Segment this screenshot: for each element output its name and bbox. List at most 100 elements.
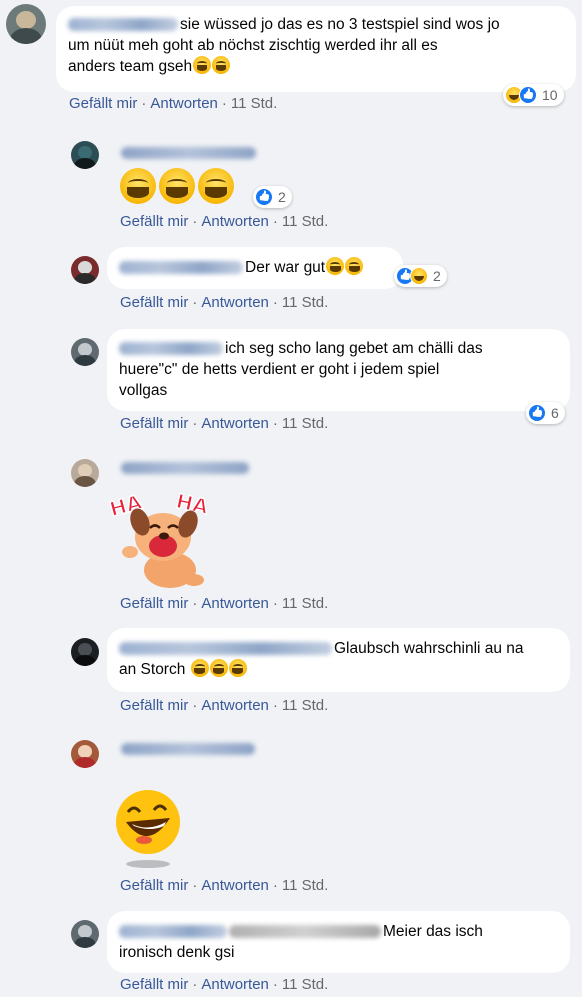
like-button[interactable]: Gefällt mir — [120, 877, 188, 894]
comment-text-line: ironisch denk gsi — [119, 944, 235, 961]
comment-bubble: ich seg scho lang gebet am chälli das hu… — [107, 329, 570, 411]
separator: · — [272, 697, 278, 714]
laughing-emoji-icon — [198, 168, 234, 204]
comment-text-line: an Storch — [119, 659, 558, 680]
avatar[interactable] — [71, 638, 99, 666]
dog-laughing-sticker[interactable]: HA HA — [106, 482, 218, 592]
timestamp[interactable]: 11 Std. — [282, 294, 328, 311]
avatar[interactable] — [71, 740, 99, 768]
timestamp[interactable]: 11 Std. — [282, 976, 328, 993]
separator: · — [272, 213, 278, 230]
timestamp[interactable]: 11 Std. — [282, 697, 328, 714]
reaction-count: 10 — [542, 87, 558, 103]
timestamp[interactable]: 11 Std. — [282, 213, 328, 230]
like-reaction-icon — [519, 86, 537, 104]
separator: · — [192, 877, 198, 894]
laughing-emoji-icon — [326, 257, 345, 275]
separator: · — [192, 294, 198, 311]
redacted-name[interactable] — [119, 342, 223, 356]
like-button[interactable]: Gefällt mir — [120, 976, 188, 993]
laughing-emoji-icon — [228, 659, 247, 677]
reply-button[interactable]: Antworten — [201, 877, 269, 894]
laughing-emoji-icon — [212, 56, 231, 74]
avatar[interactable] — [71, 141, 99, 169]
like-button[interactable]: Gefällt mir — [69, 95, 137, 112]
redacted-name[interactable] — [121, 743, 255, 755]
comment-bubble: Glaubsch wahrschinli au na an Storch — [107, 628, 570, 692]
comment-text-line: Glaubsch wahrschinli au na — [119, 638, 558, 659]
reaction-count: 6 — [551, 405, 559, 421]
reply-button[interactable]: Antworten — [201, 595, 269, 612]
separator: · — [272, 415, 278, 432]
laughing-emoji-icon — [193, 56, 212, 74]
separator: · — [272, 976, 278, 993]
redacted-name[interactable] — [119, 925, 227, 939]
reaction-count: 2 — [278, 189, 286, 205]
timestamp[interactable]: 11 Std. — [282, 595, 328, 612]
avatar[interactable] — [71, 920, 99, 948]
avatar[interactable] — [6, 4, 46, 44]
redacted-name[interactable] — [119, 642, 332, 656]
reply-button[interactable]: Antworten — [201, 415, 269, 432]
redacted-name[interactable] — [68, 18, 178, 32]
comment-actions: Gefällt mir · Antworten · 11 Std. — [120, 697, 328, 714]
comment-text-line: vollgas — [119, 382, 168, 399]
avatar[interactable] — [71, 256, 99, 284]
avatar[interactable] — [71, 459, 99, 487]
haha-reaction-icon — [410, 267, 428, 285]
reaction-summary[interactable]: 2 — [253, 186, 292, 208]
redacted-name[interactable] — [121, 147, 256, 159]
comment-text-line: ich seg scho lang gebet am chälli das — [119, 338, 558, 359]
like-button[interactable]: Gefällt mir — [120, 294, 188, 311]
reaction-summary[interactable]: 2 — [394, 265, 447, 287]
redacted-tag[interactable] — [229, 925, 381, 939]
reply-button[interactable]: Antworten — [201, 697, 269, 714]
reply-button[interactable]: Antworten — [150, 95, 218, 112]
reply-button[interactable]: Antworten — [201, 294, 269, 311]
separator: · — [192, 595, 198, 612]
like-button[interactable]: Gefällt mir — [120, 415, 188, 432]
comment-bubble: sie wüssed jo das es no 3 testspiel sind… — [56, 6, 576, 92]
timestamp[interactable]: 11 Std. — [282, 415, 328, 432]
redacted-name[interactable] — [119, 261, 243, 275]
like-reaction-icon — [528, 404, 546, 422]
separator: · — [272, 294, 278, 311]
comment-text-line: Meier das isch — [119, 921, 558, 942]
like-button[interactable]: Gefällt mir — [120, 213, 188, 230]
separator: · — [192, 697, 198, 714]
like-button[interactable]: Gefällt mir — [120, 595, 188, 612]
like-reaction-icon — [255, 188, 273, 206]
reaction-count: 2 — [433, 268, 441, 284]
emoji-message — [119, 168, 236, 204]
laughing-emoji-icon — [159, 168, 195, 204]
laughing-face-sticker[interactable] — [112, 780, 188, 870]
reaction-summary[interactable]: 6 — [526, 402, 565, 424]
laughing-emoji-icon — [345, 257, 364, 275]
timestamp[interactable]: 11 Std. — [231, 95, 277, 112]
like-button[interactable]: Gefällt mir — [120, 697, 188, 714]
redacted-name[interactable] — [121, 462, 249, 474]
comment-text: Der war gut — [245, 259, 326, 276]
separator: · — [192, 213, 198, 230]
separator: · — [221, 95, 227, 112]
comment-actions: Gefällt mir · Antworten · 11 Std. — [69, 95, 277, 112]
comment-text-line: anders team gseh — [68, 56, 564, 77]
comment-text-line: huere"c" de hetts verdient er goht i jed… — [119, 361, 440, 378]
comment-actions: Gefällt mir · Antworten · 11 Std. — [120, 595, 328, 612]
separator: · — [272, 595, 278, 612]
comment-bubble: Meier das isch ironisch denk gsi — [107, 911, 570, 973]
comment-text-line: um nüüt meh goht ab nöchst zischtig werd… — [68, 37, 438, 54]
comment-actions: Gefällt mir · Antworten · 11 Std. — [120, 294, 328, 311]
separator: · — [141, 95, 147, 112]
laughing-emoji-icon — [209, 659, 228, 677]
timestamp[interactable]: 11 Std. — [282, 877, 328, 894]
reply-button[interactable]: Antworten — [201, 213, 269, 230]
avatar[interactable] — [71, 338, 99, 366]
laughing-emoji-icon — [190, 659, 209, 677]
laughing-emoji-icon — [120, 168, 156, 204]
reply-button[interactable]: Antworten — [201, 976, 269, 993]
separator: · — [192, 976, 198, 993]
reaction-summary[interactable]: 10 — [503, 84, 564, 106]
separator: · — [192, 415, 198, 432]
comment-actions: Gefällt mir · Antworten · 11 Std. — [120, 877, 328, 894]
